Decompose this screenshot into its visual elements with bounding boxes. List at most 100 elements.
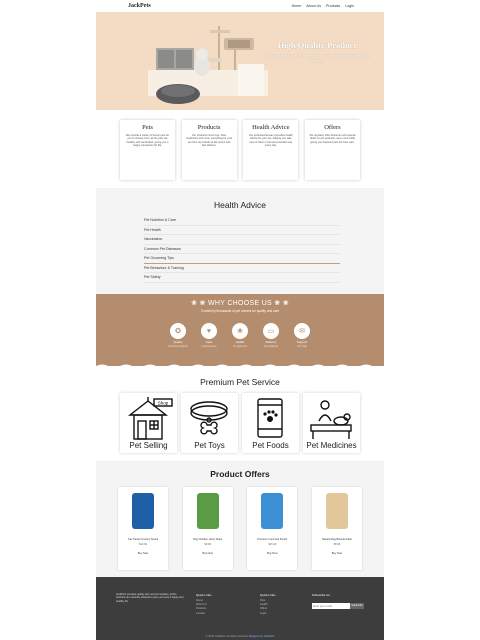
why-item-desc: 24/7 help bbox=[297, 344, 307, 348]
footer-link[interactable]: Contact bbox=[196, 612, 212, 616]
truck-icon: ▭ bbox=[263, 323, 279, 339]
service-card-pet-medicines[interactable]: Pet Medicines bbox=[303, 393, 360, 453]
vet-icon bbox=[310, 400, 352, 439]
buy-now-button[interactable]: Buy Now bbox=[247, 552, 297, 555]
copyright: © 2023 JackPets. All rights reserved. De… bbox=[96, 635, 384, 638]
feature-card-text: Our professional team provides health ad… bbox=[248, 134, 293, 148]
product-price: $9.99 bbox=[204, 543, 211, 547]
food-bag-icon bbox=[257, 398, 283, 438]
advice-item[interactable]: Vaccination bbox=[144, 235, 340, 245]
feature-card-title: Pets bbox=[142, 124, 153, 131]
premium-service-section: Premium Pet Service Shop Pet Selling Pet… bbox=[96, 366, 384, 461]
why-item-desc: Loving service bbox=[201, 344, 217, 348]
product-name: Dog Chicken Jerky Strips bbox=[193, 538, 223, 541]
product-image bbox=[132, 493, 154, 529]
why-choose-us-subtitle: Trusted by thousands of pet owners for q… bbox=[200, 309, 280, 313]
designer-credit-link[interactable]: Designed by JackPets bbox=[249, 635, 275, 638]
shop-icon: Shop bbox=[127, 397, 173, 440]
feature-card-offers[interactable]: Offers We regularly offer discounts and … bbox=[304, 120, 360, 180]
why-item-desc: Fast shipping bbox=[263, 344, 279, 348]
copyright-text: © 2023 JackPets. All rights reserved. bbox=[205, 635, 248, 638]
offer-card[interactable]: Premium Cat Food Pouch $15.49 Buy Now bbox=[247, 487, 298, 570]
paw-icon: ❀ ❀ bbox=[191, 300, 206, 307]
why-item: ✪ Quality Premium products bbox=[167, 323, 189, 348]
premium-title: Premium Pet Service bbox=[200, 377, 280, 387]
service-label: Pet Medicines bbox=[306, 441, 357, 450]
buy-now-button[interactable]: Buy Now bbox=[118, 552, 168, 555]
advice-item-active[interactable]: Pet Grooming Tips bbox=[144, 254, 340, 264]
offers-title: Product Offers bbox=[210, 469, 270, 479]
page: JackPets Home About Us Products Login Hi… bbox=[0, 0, 480, 640]
top-nav: JackPets Home About Us Products Login bbox=[96, 0, 384, 12]
nav-link-products[interactable]: Products bbox=[326, 4, 340, 8]
feature-cards: Pets We provide a variety of lovely pets… bbox=[96, 110, 384, 188]
feature-card-health-advice[interactable]: Health Advice Our professional team prov… bbox=[243, 120, 299, 180]
offer-card[interactable]: Cat Treats Crunchy Snack $12.99 Buy Now bbox=[118, 487, 168, 570]
feature-card-title: Offers bbox=[324, 124, 341, 131]
feature-card-pets[interactable]: Pets We provide a variety of lovely pets… bbox=[120, 120, 175, 180]
advice-item[interactable]: Common Pet Diseases bbox=[144, 245, 340, 254]
advice-item[interactable]: Pet Safety bbox=[144, 273, 340, 283]
footer-newsletter: Subscribe Us Subscribe bbox=[312, 593, 366, 609]
product-name: Natural Dog Biscuits Pack bbox=[321, 538, 352, 541]
why-item-desc: Vet approved bbox=[232, 344, 248, 348]
why-title-text: WHY CHOOSE US bbox=[207, 300, 273, 307]
award-icon: ✪ bbox=[170, 323, 186, 339]
product-image bbox=[325, 493, 348, 529]
advice-item[interactable]: Pet Nutrition & Care bbox=[144, 216, 340, 226]
newsletter-form: Subscribe bbox=[312, 603, 366, 609]
why-item: ❀ Health Vet approved bbox=[229, 323, 251, 348]
health-advice-title: Health Advice bbox=[214, 200, 266, 210]
hero-title: High Quality Product bbox=[277, 40, 357, 50]
footer-link[interactable]: Login bbox=[260, 612, 276, 616]
collar-icon bbox=[190, 401, 228, 435]
subscribe-button[interactable]: Subscribe bbox=[350, 603, 364, 609]
footer-col-title: Quick Links bbox=[196, 593, 212, 597]
advice-item[interactable]: Pet Behaviour & Training bbox=[144, 264, 340, 273]
offer-cards: Cat Treats Crunchy Snack $12.99 Buy Now … bbox=[96, 479, 384, 570]
service-card-pet-toys[interactable]: Pet Toys bbox=[181, 393, 238, 453]
service-label: Pet Toys bbox=[194, 441, 225, 450]
product-offers-section: Product Offers Cat Treats Crunchy Snack … bbox=[96, 461, 384, 577]
paw-icon: ❀ ❀ bbox=[274, 300, 289, 307]
footer-col-title: Quick Links bbox=[260, 593, 276, 597]
buy-now-button[interactable]: Buy Now bbox=[183, 552, 233, 555]
feature-card-products[interactable]: Products Our products cover toys, food, … bbox=[181, 120, 237, 180]
service-cards: Shop Pet Selling Pet Toys Pet Foods Pet … bbox=[96, 393, 384, 453]
why-items: ✪ Quality Premium products ♥ Care Loving… bbox=[96, 323, 384, 348]
product-name: Cat Treats Crunchy Snack bbox=[127, 538, 159, 541]
product-image bbox=[261, 493, 284, 529]
service-card-pet-selling[interactable]: Shop Pet Selling bbox=[120, 393, 177, 453]
newsletter-email-input[interactable] bbox=[312, 603, 350, 609]
service-card-pet-foods[interactable]: Pet Foods bbox=[242, 393, 299, 453]
nav-link-login[interactable]: Login bbox=[345, 4, 354, 8]
advice-item[interactable]: Pet Health bbox=[144, 226, 340, 235]
site-logo[interactable]: JackPets bbox=[128, 3, 151, 9]
buy-now-button[interactable]: Buy Now bbox=[312, 552, 362, 555]
site-page: JackPets Home About Us Products Login Hi… bbox=[96, 0, 384, 640]
feature-card-text: We provide a variety of lovely pets for … bbox=[125, 134, 170, 148]
chat-icon: ✉ bbox=[294, 323, 310, 339]
hero-banner: High Quality Product We provide you with… bbox=[96, 12, 384, 110]
footer-about: JackPets provides quality pets and pet s… bbox=[116, 593, 186, 603]
product-name: Premium Cat Food Pouch bbox=[257, 538, 288, 541]
service-label: Pet Foods bbox=[252, 441, 289, 450]
paw-icon: ❀ bbox=[232, 323, 248, 339]
nav-link-home[interactable]: Home bbox=[292, 4, 302, 8]
offer-card[interactable]: Natural Dog Biscuits Pack $8.99 Buy Now bbox=[311, 487, 362, 570]
footer-links-2: Quick Links Pets Health Offers Login bbox=[260, 593, 276, 616]
shop-sign-text: Shop bbox=[158, 401, 169, 406]
feature-card-title: Products bbox=[197, 124, 221, 131]
why-item-desc: Premium products bbox=[168, 344, 188, 348]
feature-card-text: Our products cover toys, food, medicines… bbox=[186, 134, 233, 148]
health-advice-list: Pet Nutrition & Care Pet Health Vaccinat… bbox=[144, 216, 340, 283]
why-item: ▭ Delivery Fast shipping bbox=[260, 323, 282, 348]
newsletter-title: Subscribe Us bbox=[312, 593, 330, 597]
why-choose-us-title: ❀ ❀ WHY CHOOSE US ❀ ❀ bbox=[96, 299, 384, 307]
scallop-divider bbox=[96, 364, 384, 369]
nav-link-about[interactable]: About Us bbox=[306, 4, 321, 8]
nav-links: Home About Us Products Login bbox=[292, 4, 354, 8]
offer-card[interactable]: Dog Chicken Jerky Strips $9.99 Buy Now bbox=[182, 487, 233, 570]
feature-card-text: We regularly offer discounts and special… bbox=[309, 134, 356, 144]
service-label: Pet Selling bbox=[129, 441, 168, 450]
